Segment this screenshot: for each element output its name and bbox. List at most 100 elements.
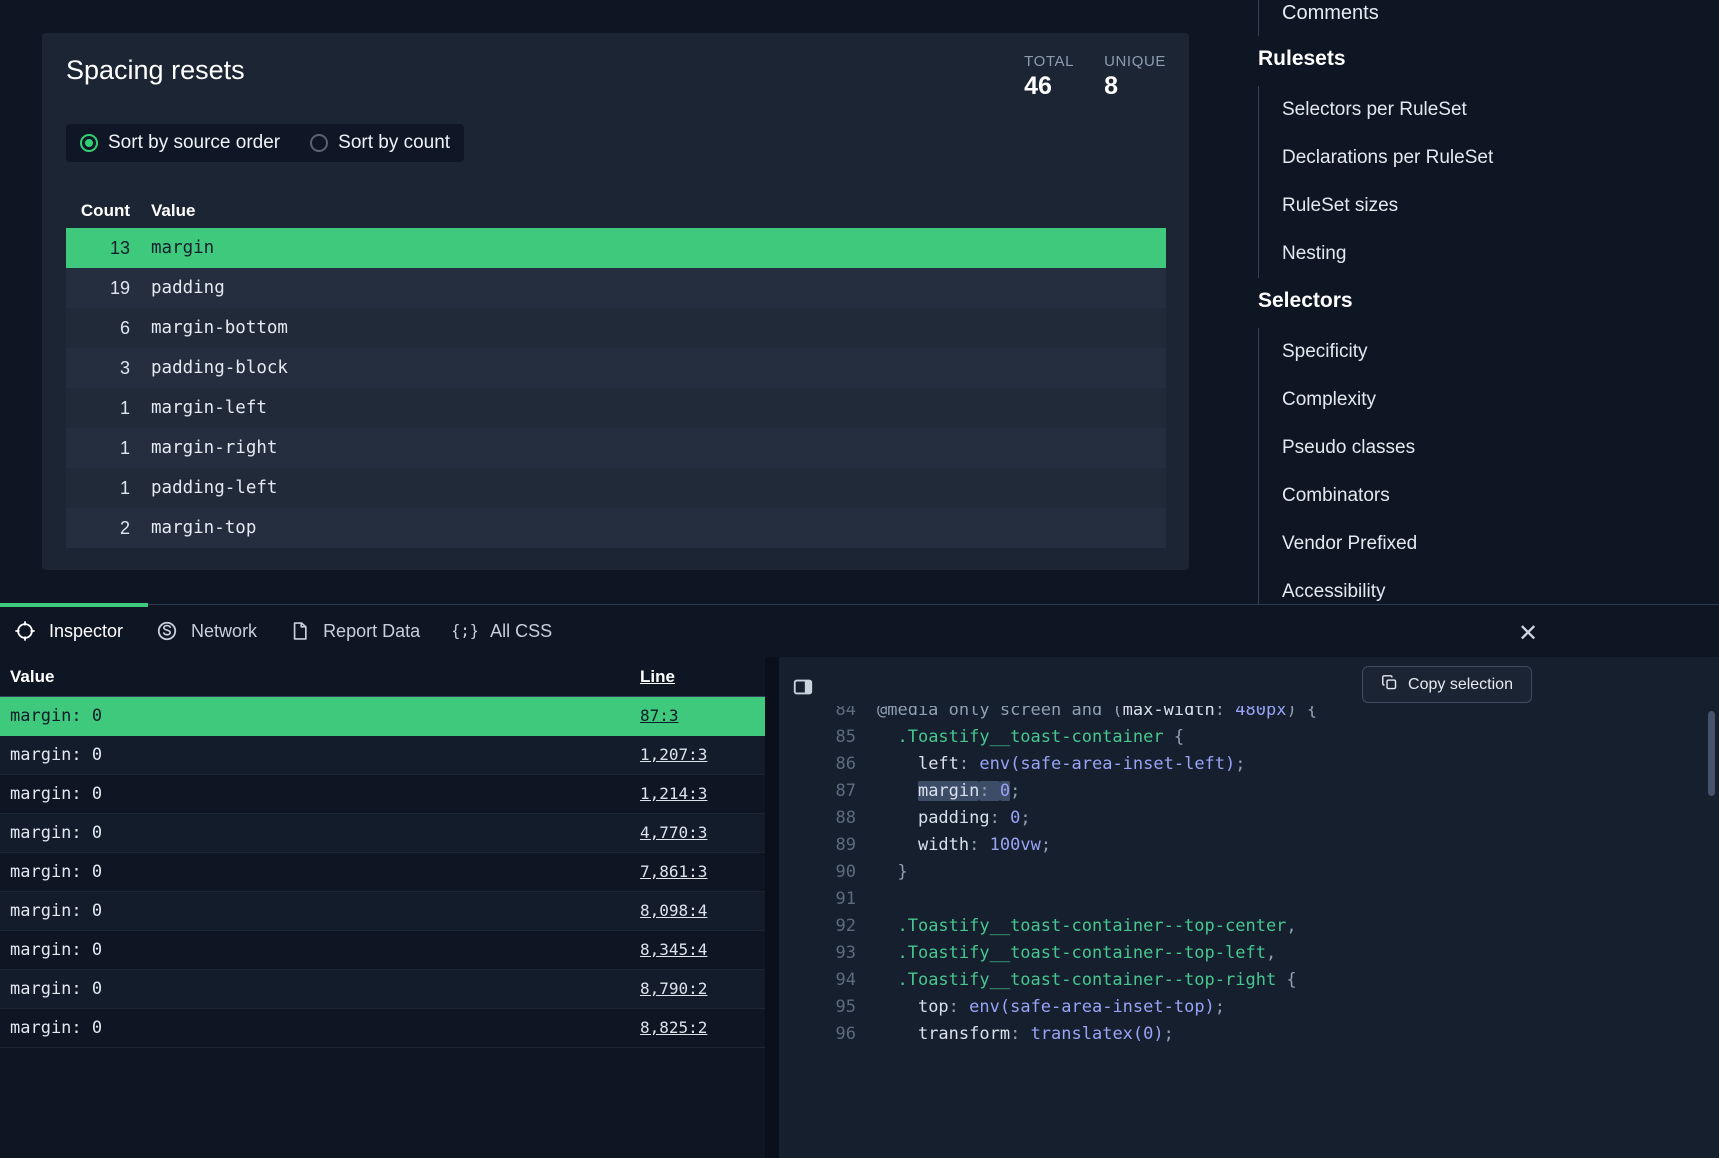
table-row[interactable]: 1padding-left [66, 468, 1166, 508]
row-value: margin: 0 [0, 979, 640, 999]
table-row[interactable]: 13margin [66, 228, 1166, 268]
code-text: padding: 0; [877, 808, 1031, 828]
row-line: 8,345:4 [640, 940, 765, 960]
row-value: margin: 0 [0, 706, 640, 726]
table-row[interactable]: margin: 08,345:4 [0, 931, 765, 970]
line-link[interactable]: 8,098:4 [640, 901, 707, 920]
table-row[interactable]: 1margin-left [66, 388, 1166, 428]
table-row[interactable]: 6margin-bottom [66, 308, 1166, 348]
row-value: margin [130, 238, 1166, 258]
line-number: 88 [779, 808, 856, 828]
table-row[interactable]: 19padding [66, 268, 1166, 308]
sidebar-group-rulesets: Selectors per RuleSetDeclarations per Ru… [1258, 86, 1719, 278]
code-line: 93 .Toastify__toast-container--top-left, [779, 939, 1705, 966]
table-row[interactable]: margin: 01,207:3 [0, 736, 765, 775]
table-row[interactable]: margin: 07,861:3 [0, 853, 765, 892]
row-count: 6 [66, 318, 130, 339]
stats: TOTAL 46 UNIQUE 8 [1024, 53, 1166, 101]
line-number: 89 [779, 835, 856, 855]
row-value: padding-left [130, 478, 1166, 498]
tab-all-css[interactable]: {;} All CSS [453, 620, 552, 642]
sidebar-item-accessibility[interactable]: Accessibility [1259, 568, 1719, 604]
tab-network[interactable]: Network [156, 620, 257, 642]
sidebar-item-complexity[interactable]: Complexity [1259, 376, 1719, 424]
code-line: 94 .Toastify__toast-container--top-right… [779, 966, 1705, 993]
code-line: 88 padding: 0; [779, 804, 1705, 831]
row-count: 2 [66, 518, 130, 539]
right-sidebar: Comments Rulesets Selectors per RuleSetDe… [1258, 0, 1719, 604]
row-line: 1,207:3 [640, 745, 765, 765]
panel-expand-icon[interactable] [789, 673, 817, 701]
table-row[interactable]: margin: 08,825:2 [0, 1009, 765, 1048]
table-row[interactable]: margin: 087:3 [0, 697, 765, 736]
line-number: 91 [779, 889, 856, 909]
sidebar-item-nesting[interactable]: Nesting [1259, 230, 1719, 278]
code-line: 95 top: env(safe-area-inset-top); [779, 993, 1705, 1020]
row-line: 87:3 [640, 706, 765, 726]
row-value: margin: 0 [0, 940, 640, 960]
line-header[interactable]: Line [640, 667, 765, 687]
code-line: 85 .Toastify__toast-container { [779, 723, 1705, 750]
sidebar-item-ruleset-sizes[interactable]: RuleSet sizes [1259, 182, 1719, 230]
tab-inspector[interactable]: Inspector [14, 620, 123, 642]
sidebar-section-rulesets: Rulesets [1258, 44, 1719, 74]
scrollbar-thumb[interactable] [1708, 711, 1715, 796]
sidebar-item-vendor-prefixed[interactable]: Vendor Prefixed [1259, 520, 1719, 568]
tab-label: Network [191, 621, 257, 642]
code-text: left: env(safe-area-inset-left); [877, 754, 1246, 774]
row-count: 1 [66, 478, 130, 499]
table-row[interactable]: 3padding-block [66, 348, 1166, 388]
sidebar-item-specificity[interactable]: Specificity [1259, 328, 1719, 376]
table-row[interactable]: margin: 04,770:3 [0, 814, 765, 853]
row-value: padding-block [130, 358, 1166, 378]
line-number: 93 [779, 943, 856, 963]
spacing-resets-panel: Spacing resets TOTAL 46 UNIQUE 8 Sort by… [42, 33, 1189, 570]
sidebar-item-declarations-per-ruleset[interactable]: Declarations per RuleSet [1259, 134, 1719, 182]
code-line: 84@media only screen and (max-width: 480… [779, 706, 1705, 723]
code-text: @media only screen and (max-width: 480px… [877, 706, 1317, 720]
line-link[interactable]: 8,345:4 [640, 940, 707, 959]
panel-splitter[interactable] [765, 657, 779, 1158]
line-link[interactable]: 7,861:3 [640, 862, 707, 881]
row-value: margin: 0 [0, 823, 640, 843]
copy-selection-label: Copy selection [1408, 676, 1513, 694]
copy-selection-button[interactable]: Copy selection [1362, 666, 1532, 703]
tab-label: Inspector [49, 621, 123, 642]
row-line: 1,214:3 [640, 784, 765, 804]
code-viewer: Copy selection 84@media only screen and … [779, 657, 1719, 1158]
line-link[interactable]: 8,790:2 [640, 979, 707, 998]
line-link[interactable]: 4,770:3 [640, 823, 707, 842]
line-link[interactable]: 8,825:2 [640, 1018, 707, 1037]
close-icon[interactable]: ✕ [1510, 615, 1546, 651]
row-line: 7,861:3 [640, 862, 765, 882]
stat-total: TOTAL 46 [1024, 53, 1074, 101]
sidebar-item-pseudo-classes[interactable]: Pseudo classes [1259, 424, 1719, 472]
svg-text:{;}: {;} [453, 622, 477, 640]
code-text: margin: 0; [877, 781, 1020, 801]
code-text: .Toastify__toast-container--top-right { [877, 970, 1297, 990]
radio-label: Sort by count [338, 132, 450, 154]
radio-unselected-icon [310, 134, 328, 152]
tab-report-data[interactable]: Report Data [290, 620, 420, 642]
sidebar-item-combinators[interactable]: Combinators [1259, 472, 1719, 520]
line-link[interactable]: 1,214:3 [640, 784, 707, 803]
tab-label: All CSS [490, 621, 552, 642]
code-scroll-area[interactable]: 84@media only screen and (max-width: 480… [779, 706, 1705, 1158]
table-row[interactable]: margin: 08,790:2 [0, 970, 765, 1009]
inspector-tabs: Inspector Network Report Data {;} All CSS [0, 605, 1719, 657]
line-link[interactable]: 87:3 [640, 706, 679, 725]
radio-sort-by-source-order[interactable]: Sort by source order [80, 132, 280, 154]
table-row[interactable]: margin: 01,214:3 [0, 775, 765, 814]
code-text: .Toastify__toast-container--top-left, [877, 943, 1276, 963]
table-row[interactable]: margin: 08,098:4 [0, 892, 765, 931]
row-line: 4,770:3 [640, 823, 765, 843]
sidebar-item-selectors-per-ruleset[interactable]: Selectors per RuleSet [1259, 86, 1719, 134]
table-row[interactable]: 2margin-top [66, 508, 1166, 548]
braces-icon: {;} [453, 620, 477, 642]
count-column-header: Count [66, 201, 130, 221]
line-link[interactable]: 1,207:3 [640, 745, 707, 764]
table-row[interactable]: 1margin-right [66, 428, 1166, 468]
radio-sort-by-count[interactable]: Sort by count [310, 132, 450, 154]
line-number: 94 [779, 970, 856, 990]
sidebar-item-comments[interactable]: Comments [1258, 0, 1719, 36]
